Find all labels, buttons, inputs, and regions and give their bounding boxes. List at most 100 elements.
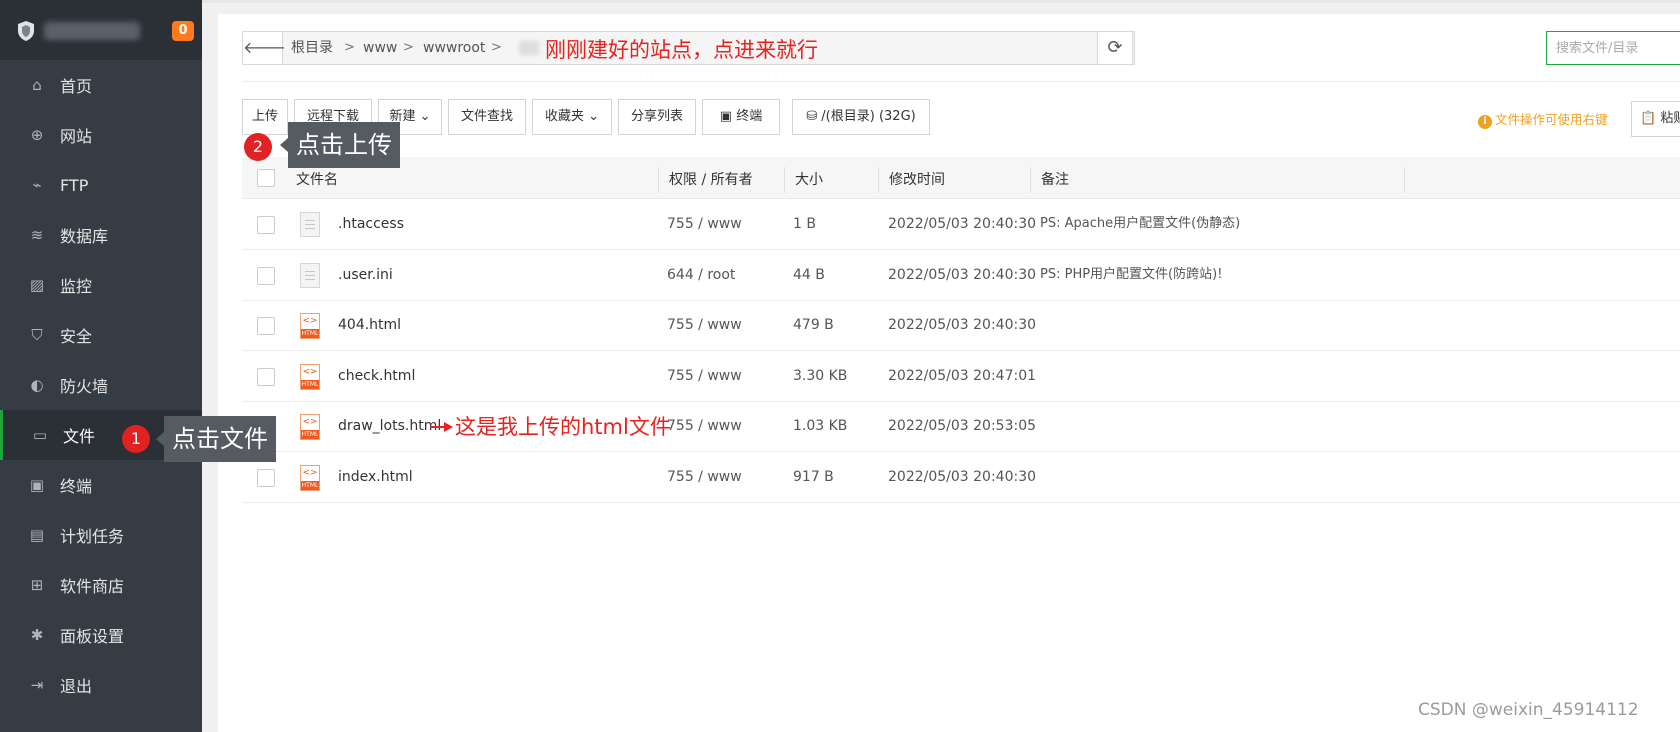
info-icon: i xyxy=(1478,115,1492,129)
table-row[interactable]: <> HTML 404.html 755 / www 479 B 2022/05/03 2… xyxy=(242,301,1680,351)
breadcrumb-wwwroot[interactable]: wwwroot xyxy=(423,32,485,64)
file-size: 44 B xyxy=(793,266,825,283)
step-tooltip-1: 点击文件 xyxy=(156,416,276,462)
path-bar[interactable]: 🡐 根目录 > www > wwwroot > 刚刚建好的站点，点进来就行 xyxy=(242,31,1135,65)
disk-button[interactable]: ⛁ /(根目录) (32G) xyxy=(792,99,930,135)
file-permission: 755 / www xyxy=(667,418,742,434)
header-modified[interactable]: 修改时间 xyxy=(889,157,945,199)
file-name[interactable]: draw_lots.html xyxy=(338,402,441,452)
text-file-icon xyxy=(300,212,320,237)
table-row[interactable]: <> HTML index.html 755 / www 917 B 2022/05/03… xyxy=(242,452,1680,503)
annotation-arrow-head xyxy=(444,422,453,432)
home-icon: ⌂ xyxy=(32,76,42,94)
notification-badge[interactable]: 0 xyxy=(172,21,194,41)
watermark: CSDN @weixin_45914112 xyxy=(1418,700,1639,720)
file-modified: 2022/05/03 20:40:30 xyxy=(888,317,1037,333)
row-checkbox[interactable] xyxy=(257,468,275,487)
column-divider xyxy=(1030,167,1031,193)
breadcrumb-site-blurred[interactable] xyxy=(519,41,539,55)
file-name[interactable]: check.html xyxy=(338,352,415,402)
row-checkbox[interactable] xyxy=(257,367,275,386)
table-row[interactable]: .user.ini 644 / root 44 B 2022/05/03 20:40:… xyxy=(242,250,1680,301)
file-name[interactable]: 404.html xyxy=(338,301,401,351)
sidebar-item-label: 软件商店 xyxy=(60,577,125,596)
sidebar-item-2[interactable]: ⌁ FTP xyxy=(0,160,202,210)
upload-button[interactable]: 上传 xyxy=(242,99,288,135)
sidebar-item-1[interactable]: ⊕ 网站 xyxy=(0,110,202,160)
sidebar-item-3[interactable]: ≋ 数据库 xyxy=(0,210,202,260)
sidebar-item-label: 防火墙 xyxy=(60,377,109,396)
file-permission: 755 / www xyxy=(667,468,742,485)
calendar-icon: ▤ xyxy=(29,526,45,544)
file-permission: 755 / www xyxy=(667,367,742,384)
sidebar-item-8[interactable]: ▣ 终端 xyxy=(0,460,202,510)
breadcrumb-www[interactable]: www xyxy=(363,32,397,64)
row-checkbox[interactable] xyxy=(257,317,275,335)
sidebar-item-label: 终端 xyxy=(60,477,93,496)
refresh-button[interactable]: ⟳ xyxy=(1097,31,1133,65)
back-button[interactable]: 🡐 xyxy=(243,32,286,64)
top-border xyxy=(0,0,1680,3)
sidebar-item-label: 计划任务 xyxy=(60,527,125,546)
file-size: 917 B xyxy=(793,468,834,485)
favorites-button[interactable]: 收藏夹 ⌄ xyxy=(532,99,612,135)
select-all-checkbox[interactable] xyxy=(257,169,275,187)
sidebar-item-10[interactable]: ⊞ 软件商店 xyxy=(0,560,202,610)
sidebar-item-label: 文件 xyxy=(63,427,96,446)
terminal-button[interactable]: ▣ 终端 xyxy=(702,99,780,135)
file-manager-panel: 🡐 根目录 > www > wwwroot > 刚刚建好的站点，点进来就行 ⟳ … xyxy=(218,14,1680,732)
sidebar-item-label: 面板设置 xyxy=(60,627,125,646)
file-name[interactable]: index.html xyxy=(338,453,413,503)
file-modified: 2022/05/03 20:40:30 xyxy=(888,468,1037,485)
sidebar-header: 0 xyxy=(0,0,202,60)
file-name[interactable]: .user.ini xyxy=(338,251,393,301)
terminal-label: 终端 xyxy=(736,109,763,124)
clipboard-icon: 📋 xyxy=(1640,111,1661,126)
globe-icon: ⊕ xyxy=(30,126,44,144)
breadcrumb-separator: > xyxy=(344,40,355,55)
file-permission: 755 / www xyxy=(667,317,742,333)
terminal-icon: ▣ xyxy=(719,109,737,124)
sidebar-item-4[interactable]: ▨ 监控 xyxy=(0,260,202,310)
sidebar-item-label: FTP xyxy=(60,175,89,195)
chevron-down-icon: ⌄ xyxy=(415,109,431,124)
folder-icon: ▭ xyxy=(32,426,48,444)
sidebar-item-0[interactable]: ⌂ 首页 xyxy=(0,60,202,110)
chevron-down-icon: ⌄ xyxy=(583,109,600,124)
file-name[interactable]: .htaccess xyxy=(338,200,404,250)
header-size[interactable]: 大小 xyxy=(795,157,823,199)
sidebar-item-5[interactable]: ⛉ 安全 xyxy=(0,310,202,360)
site-annotation: 刚刚建好的站点，点进来就行 xyxy=(545,38,818,62)
file-size: 1 B xyxy=(793,216,816,232)
table-row[interactable]: .htaccess 755 / www 1 B 2022/05/03 20:40:30… xyxy=(242,200,1680,250)
search-input[interactable] xyxy=(1546,31,1680,65)
file-modified: 2022/05/03 20:40:30 xyxy=(888,266,1037,283)
file-permission: 644 / root xyxy=(667,266,736,283)
breadcrumb-root[interactable]: 根目录 xyxy=(291,32,333,64)
disk-icon: ⛁ xyxy=(806,109,822,124)
file-permission: 755 / www xyxy=(667,216,742,232)
column-divider xyxy=(658,167,659,193)
shield-icon: ⛉ xyxy=(31,326,43,344)
sidebar-item-label: 数据库 xyxy=(60,227,109,246)
table-row[interactable]: <> HTML check.html 755 / www 3.30 KB 2022/05/… xyxy=(242,351,1680,402)
header-permission[interactable]: 权限 / 所有者 xyxy=(669,157,753,199)
column-divider xyxy=(1404,167,1405,193)
find-file-button[interactable]: 文件查找 xyxy=(448,99,526,135)
html-file-icon: <> HTML xyxy=(300,363,320,390)
sidebar-item-9[interactable]: ▤ 计划任务 xyxy=(0,510,202,560)
logo-icon xyxy=(18,21,34,41)
row-checkbox[interactable] xyxy=(257,216,275,234)
app-store-icon: ⊞ xyxy=(30,576,44,594)
file-note: PS: Apache用户配置文件(伪静态) xyxy=(1040,216,1241,231)
breadcrumb-separator: > xyxy=(491,40,502,55)
file-size: 1.03 KB xyxy=(793,418,848,434)
context-tip-text: 文件操作可使用右键 xyxy=(1495,112,1608,127)
sidebar-item-6[interactable]: ◐ 防火墙 xyxy=(0,360,202,410)
sidebar-item-11[interactable]: ✱ 面板设置 xyxy=(0,610,202,660)
share-list-button[interactable]: 分享列表 xyxy=(618,99,696,135)
sidebar-item-12[interactable]: ⇥ 退出 xyxy=(0,660,202,710)
sidebar-item-label: 退出 xyxy=(60,677,93,696)
row-checkbox[interactable] xyxy=(257,266,275,285)
paste-button[interactable]: 📋 粘贴 xyxy=(1631,101,1680,137)
